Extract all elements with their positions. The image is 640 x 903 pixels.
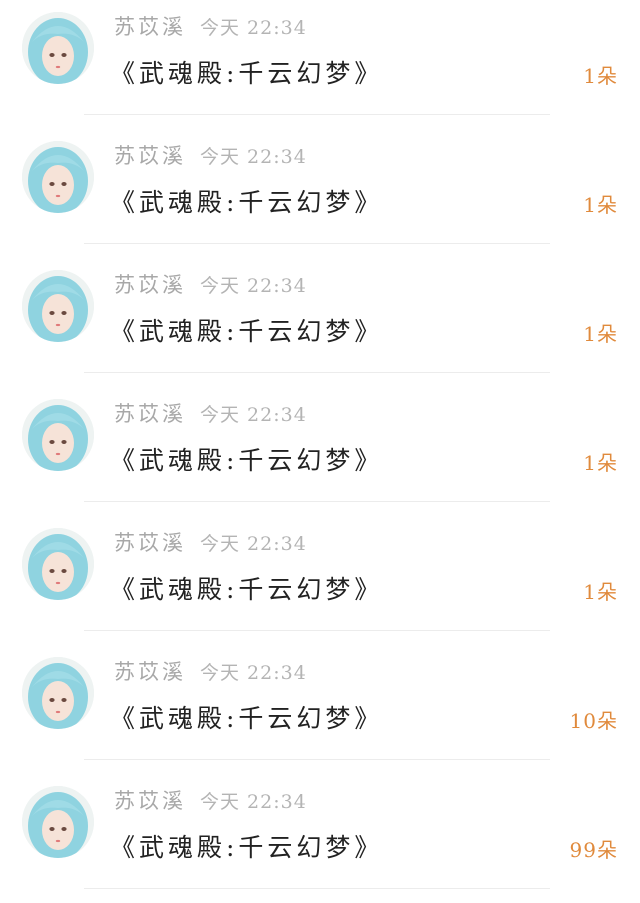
list-item[interactable]: 苏苡溪 今天 22:34 《武魂殿:千云幻梦》 10朵 <box>0 645 640 774</box>
message-meta: 苏苡溪 今天 22:34 <box>114 141 307 171</box>
divider <box>84 888 550 889</box>
message-text: 《武魂殿:千云幻梦》 <box>110 833 384 862</box>
message-meta: 苏苡溪 今天 22:34 <box>114 786 307 816</box>
sender-name: 苏苡溪 <box>114 15 186 39</box>
message-meta: 苏苡溪 今天 22:34 <box>114 657 307 687</box>
anime-girl-avatar-icon <box>22 786 94 858</box>
flower-count: 10朵 <box>569 709 618 733</box>
anime-girl-avatar-icon <box>22 399 94 471</box>
sender-name: 苏苡溪 <box>114 402 186 426</box>
avatar[interactable] <box>22 528 94 600</box>
sender-name: 苏苡溪 <box>114 273 186 297</box>
list-item[interactable]: 苏苡溪 今天 22:34 《武魂殿:千云幻梦》 1朵 <box>0 516 640 645</box>
flower-count: 1朵 <box>583 580 618 604</box>
sender-name: 苏苡溪 <box>114 789 186 813</box>
message-meta: 苏苡溪 今天 22:34 <box>114 528 307 558</box>
avatar[interactable] <box>22 270 94 342</box>
avatar[interactable] <box>22 12 94 84</box>
flower-count: 1朵 <box>583 451 618 475</box>
timestamp: 今天 22:34 <box>200 275 307 297</box>
divider <box>84 501 550 502</box>
anime-girl-avatar-icon <box>22 657 94 729</box>
avatar[interactable] <box>22 141 94 213</box>
flower-count: 99朵 <box>569 838 618 862</box>
avatar[interactable] <box>22 399 94 471</box>
divider <box>84 759 550 760</box>
timestamp: 今天 22:34 <box>200 533 307 555</box>
avatar[interactable] <box>22 657 94 729</box>
sender-name: 苏苡溪 <box>114 531 186 555</box>
divider <box>84 372 550 373</box>
anime-girl-avatar-icon <box>22 141 94 213</box>
gift-message-list: 苏苡溪 今天 22:34 《武魂殿:千云幻梦》 1朵 苏苡溪 今天 22:34 《武… <box>0 0 640 898</box>
message-meta: 苏苡溪 今天 22:34 <box>114 399 307 429</box>
timestamp: 今天 22:34 <box>200 17 307 39</box>
message-text: 《武魂殿:千云幻梦》 <box>110 188 384 217</box>
message-text: 《武魂殿:千云幻梦》 <box>110 446 384 475</box>
list-item[interactable]: 苏苡溪 今天 22:34 《武魂殿:千云幻梦》 1朵 <box>0 258 640 387</box>
timestamp: 今天 22:34 <box>200 791 307 813</box>
sender-name: 苏苡溪 <box>114 660 186 684</box>
anime-girl-avatar-icon <box>22 528 94 600</box>
timestamp: 今天 22:34 <box>200 404 307 426</box>
list-item[interactable]: 苏苡溪 今天 22:34 《武魂殿:千云幻梦》 1朵 <box>0 129 640 258</box>
flower-count: 1朵 <box>583 193 618 217</box>
message-text: 《武魂殿:千云幻梦》 <box>110 704 384 733</box>
sender-name: 苏苡溪 <box>114 144 186 168</box>
message-meta: 苏苡溪 今天 22:34 <box>114 12 307 42</box>
anime-girl-avatar-icon <box>22 12 94 84</box>
timestamp: 今天 22:34 <box>200 662 307 684</box>
divider <box>84 243 550 244</box>
message-text: 《武魂殿:千云幻梦》 <box>110 317 384 346</box>
list-item[interactable]: 苏苡溪 今天 22:34 《武魂殿:千云幻梦》 99朵 <box>0 774 640 903</box>
anime-girl-avatar-icon <box>22 270 94 342</box>
list-item[interactable]: 苏苡溪 今天 22:34 《武魂殿:千云幻梦》 1朵 <box>0 387 640 516</box>
list-item[interactable]: 苏苡溪 今天 22:34 《武魂殿:千云幻梦》 1朵 <box>0 0 640 129</box>
divider <box>84 114 550 115</box>
message-text: 《武魂殿:千云幻梦》 <box>110 59 384 88</box>
flower-count: 1朵 <box>583 64 618 88</box>
message-meta: 苏苡溪 今天 22:34 <box>114 270 307 300</box>
avatar[interactable] <box>22 786 94 858</box>
timestamp: 今天 22:34 <box>200 146 307 168</box>
flower-count: 1朵 <box>583 322 618 346</box>
message-text: 《武魂殿:千云幻梦》 <box>110 575 384 604</box>
divider <box>84 630 550 631</box>
